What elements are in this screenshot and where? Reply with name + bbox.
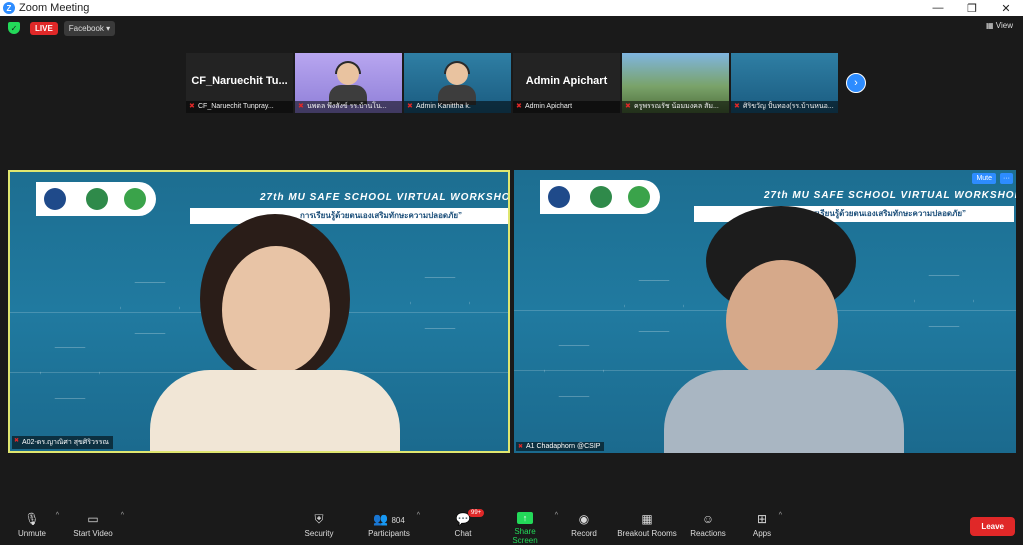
meeting-topbar: ✓ LIVE Facebook ▾ ▦ View [0, 16, 1023, 40]
window-title: Zoom Meeting [19, 2, 90, 14]
zoom-app-icon: Z [3, 2, 15, 14]
workshop-title: 27th MU SAFE SCHOOL VIRTUAL WORKSHOP [764, 190, 1016, 201]
more-options-button[interactable]: ··· [1000, 173, 1013, 184]
reactions-button[interactable]: ☺ Reactions [690, 512, 726, 538]
participant-name: Admin Apichart [513, 101, 620, 113]
chevron-up-icon[interactable]: ^ [779, 512, 782, 519]
decor-hexagon [410, 277, 470, 329]
chevron-up-icon[interactable]: ^ [121, 512, 124, 519]
reactions-icon: ☺ [701, 512, 715, 526]
participant-strip: CF_Naruechit Tu... CF_Naruechit Tunpray.… [186, 53, 838, 113]
speaker-body [150, 370, 400, 451]
record-icon: ◉ [578, 512, 590, 526]
participant-thumbnail[interactable]: นพดล พึงสังข์ รร.บ้านโน... [295, 53, 402, 113]
participant-thumbnail[interactable]: ศิริขวัญ ปั้นทอง(รร.บ้านหนอ... [731, 53, 838, 113]
start-video-button[interactable]: ▭ Start Video ^ [72, 512, 124, 538]
apps-button[interactable]: ⊞ Apps ^ [752, 512, 782, 538]
speaker-face [726, 260, 838, 382]
restore-button[interactable]: ❐ [955, 2, 989, 15]
decor-hexagon [624, 280, 684, 332]
workshop-title: 27th MU SAFE SCHOOL VIRTUAL WORKSHOP [260, 192, 510, 203]
participant-name: นพดล พึงสังข์ รร.บ้านโน... [295, 101, 402, 113]
video-tile-right[interactable]: 27th MU SAFE SCHOOL VIRTUAL WORKSHOP การ… [514, 170, 1016, 453]
participant-name: ศิริขวัญ ปั้นทอง(รร.บ้านหนอ... [731, 101, 838, 113]
meeting-toolbar: 🎙 Unmute ^ ▭ Start Video ^ ⛨ Security 👥 … [0, 507, 1023, 545]
participant-name: Admin Kanittha k. [404, 101, 511, 113]
participant-label: A02-ดร.ญาณิศา สุขศิริวรรณ [12, 436, 113, 449]
participants-button[interactable]: 👥 804 Participants ^ [368, 512, 420, 538]
participant-name: CF_Naruechit Tunpray... [186, 101, 293, 113]
participant-thumbnail[interactable]: CF_Naruechit Tu... CF_Naruechit Tunpray.… [186, 53, 293, 113]
microphone-muted-icon: 🎙 [24, 512, 40, 526]
mute-participant-button[interactable]: Mute [972, 173, 996, 184]
window-controls: — ❐ ✕ [921, 2, 1023, 15]
participant-thumbnail[interactable]: Admin Apichart Admin Apichart [513, 53, 620, 113]
live-badge[interactable]: LIVE [30, 21, 58, 35]
decor-hexagon [120, 282, 180, 334]
participants-icon: 👥 804 [373, 512, 405, 526]
view-button[interactable]: ▦ View [986, 21, 1013, 30]
decor-hexagon [914, 275, 974, 327]
speaker-body [664, 370, 904, 453]
decor-hexagon [544, 345, 604, 397]
next-page-arrow-icon[interactable]: › [846, 73, 866, 93]
breakout-rooms-icon: ▦ [641, 512, 653, 526]
speaker-face [222, 246, 330, 374]
participant-name: ครูพรรณรัช น้อมมงคล สัม... [622, 101, 729, 113]
share-screen-icon: ↑ [517, 512, 533, 524]
chevron-up-icon[interactable]: ^ [417, 512, 420, 519]
window-titlebar: Z Zoom Meeting — ❐ ✕ [0, 0, 1023, 16]
share-screen-button[interactable]: ↑ Share Screen ^ [502, 512, 558, 545]
participant-thumbnail[interactable]: ครูพรรณรัช น้อมมงคล สัม... [622, 53, 729, 113]
participant-face [446, 63, 468, 85]
minimize-button[interactable]: — [921, 2, 955, 15]
chevron-up-icon[interactable]: ^ [56, 512, 59, 519]
participant-big-name: CF_Naruechit Tu... [191, 75, 288, 87]
record-button[interactable]: ◉ Record [570, 512, 598, 538]
workshop-subtitle: การเรียนรู้ด้วยตนเองเสริมทักษะความปลอดภั… [190, 208, 508, 224]
participant-label: A1 Chadaphorn @CSIP [516, 442, 605, 451]
security-button[interactable]: ⛨ Security [303, 512, 335, 538]
camera-off-icon: ▭ [87, 512, 99, 526]
chat-badge: 99+ [468, 509, 485, 517]
decor-hexagon [40, 347, 100, 399]
shield-icon: ⛨ [314, 512, 324, 526]
participants-count: 804 [391, 516, 405, 525]
workshop-logo [540, 180, 660, 214]
shield-icon[interactable]: ✓ [8, 22, 20, 34]
close-button[interactable]: ✕ [989, 2, 1023, 15]
participant-big-name: Admin Apichart [525, 75, 608, 87]
participant-thumbnail[interactable]: Admin Kanittha k. [404, 53, 511, 113]
leave-button[interactable]: Leave [970, 517, 1015, 536]
apps-icon: ⊞ [756, 512, 768, 526]
video-tile-left[interactable]: 27th MU SAFE SCHOOL VIRTUAL WORKSHOP การ… [8, 170, 510, 453]
stream-target-dropdown[interactable]: Facebook ▾ [63, 20, 116, 36]
workshop-logo [36, 182, 156, 216]
participant-face [337, 63, 359, 85]
chevron-up-icon[interactable]: ^ [555, 512, 558, 519]
breakout-rooms-button[interactable]: ▦ Breakout Rooms [617, 512, 677, 538]
chat-button[interactable]: 💬 99+ Chat [452, 509, 485, 538]
unmute-button[interactable]: 🎙 Unmute ^ [15, 512, 59, 538]
